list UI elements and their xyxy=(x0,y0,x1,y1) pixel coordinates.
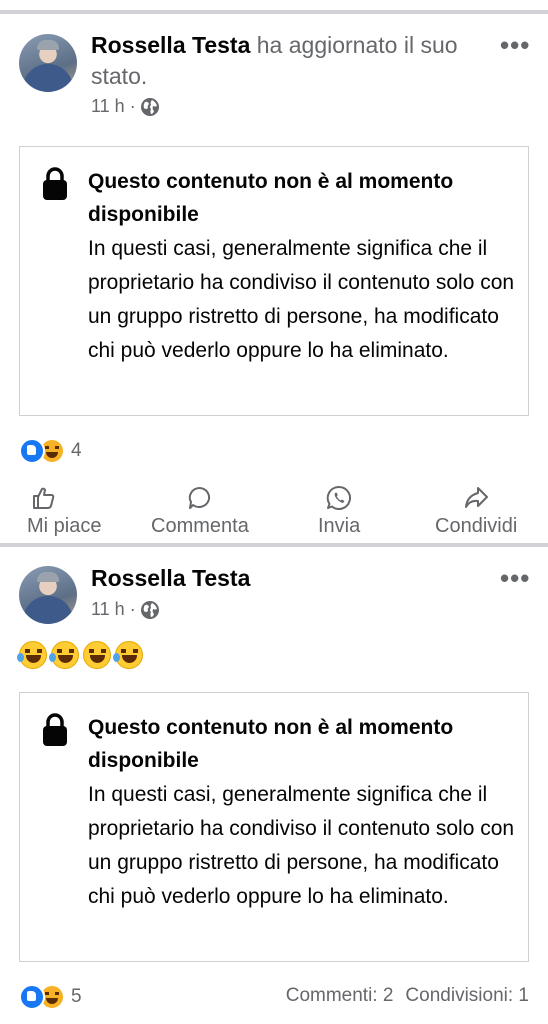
lock-icon xyxy=(43,713,67,746)
globe-icon xyxy=(140,600,159,619)
more-options-icon[interactable]: ••• xyxy=(500,32,530,58)
unavailable-body: In questi casi, generalmente significa c… xyxy=(88,783,515,908)
author-name[interactable]: Rossella Testa xyxy=(91,32,250,58)
reaction-count: 4 xyxy=(71,440,82,461)
globe-icon xyxy=(140,97,159,116)
share-label: Condividi xyxy=(435,515,518,537)
like-icon xyxy=(19,984,45,1010)
author-name[interactable]: Rossella Testa xyxy=(91,563,250,594)
like-button[interactable]: Mi piace xyxy=(27,485,101,538)
share-icon xyxy=(465,487,489,508)
timestamp[interactable]: 11 h · xyxy=(91,96,136,117)
rolling-laughing-emoji-icon xyxy=(49,641,79,669)
comments-count-link[interactable]: Commenti: 2 xyxy=(286,985,394,1007)
like-label: Mi piace xyxy=(27,515,102,537)
lock-icon xyxy=(43,167,67,200)
post-header-text: Rossella Testa ha aggiornato il suo stat… xyxy=(91,30,481,92)
comment-button[interactable]: Commenta xyxy=(151,485,249,538)
share-button[interactable]: Condividi xyxy=(435,485,517,538)
thumbs-up-icon xyxy=(33,487,55,509)
whatsapp-icon xyxy=(326,485,352,510)
more-options-icon[interactable]: ••• xyxy=(500,565,530,591)
send-button[interactable]: Invia xyxy=(318,485,360,538)
avatar[interactable] xyxy=(19,34,77,92)
post-emoji-text xyxy=(17,641,143,669)
unavailable-content-box: Questo contenuto non è al momento dispon… xyxy=(19,146,529,416)
reaction-summary[interactable]: 4 xyxy=(19,438,82,464)
unavailable-content-box: Questo contenuto non è al momento dispon… xyxy=(19,692,529,962)
feed-separator xyxy=(0,543,548,547)
unavailable-title: Questo contenuto non è al momento dispon… xyxy=(88,170,454,226)
unavailable-body: In questi casi, generalmente significa c… xyxy=(88,237,515,362)
send-label: Invia xyxy=(318,515,361,537)
avatar[interactable] xyxy=(19,566,77,624)
timestamp[interactable]: 11 h · xyxy=(91,599,136,620)
unavailable-title: Questo contenuto non è al momento dispon… xyxy=(88,716,454,772)
rolling-laughing-emoji-icon xyxy=(113,641,143,669)
comment-icon xyxy=(188,486,210,509)
shares-count-link[interactable]: Condivisioni: 1 xyxy=(405,985,529,1007)
feed-separator xyxy=(0,10,548,14)
comment-label: Commenta xyxy=(151,515,249,537)
post-meta: 11 h · xyxy=(91,599,160,620)
rolling-laughing-emoji-icon xyxy=(17,641,47,669)
reaction-count: 5 xyxy=(71,986,82,1007)
like-icon xyxy=(19,438,45,464)
grinning-sweat-emoji-icon xyxy=(83,641,111,669)
reaction-summary[interactable]: 5 xyxy=(19,984,82,1010)
post-meta: 11 h · xyxy=(91,96,160,117)
post-stats: Commenti: 2 Condivisioni: 1 xyxy=(286,985,529,1007)
